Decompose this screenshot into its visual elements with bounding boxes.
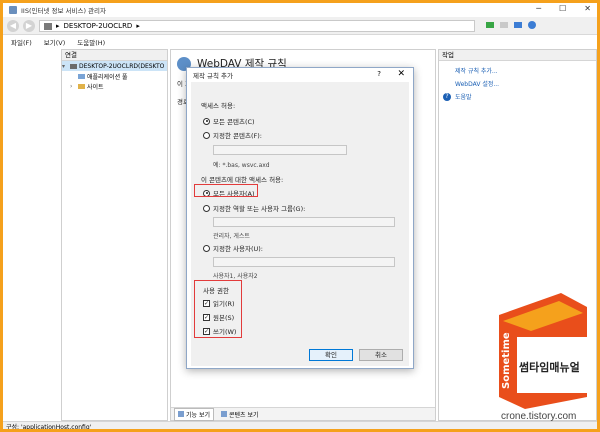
tree-item-app-pools[interactable]: 애플리케이션 풀 [62, 71, 167, 81]
access-label: 액세스 허용: [201, 102, 236, 110]
tab-feature-view[interactable]: 기능 보기 [174, 407, 214, 421]
sometime-manual-badge: Sometime 썸타임매뉴얼 [499, 293, 587, 409]
add-authoring-rule-dialog: 제작 규칙 추가 ? ✕ 액세스 허용: 모든 콘텐츠(C) 지정한 콘텐츠(F… [186, 67, 414, 369]
help-circle-icon: ? [443, 92, 451, 101]
title-bar: IIS(인터넷 정보 서비스) 관리자 ─ ☐ ✕ [3, 3, 597, 17]
cancel-button[interactable]: 취소 [359, 349, 403, 361]
radio-all-content[interactable]: 모든 콘텐츠(C) [203, 116, 255, 126]
collapse-icon[interactable]: ▾ [62, 63, 70, 70]
back-button[interactable]: ◀ [7, 19, 19, 32]
tree-item-sites[interactable]: › 사이트 [62, 81, 167, 91]
server-node-icon [70, 63, 77, 69]
highlight-all-users [194, 184, 258, 197]
dialog-help-button[interactable]: ? [377, 70, 381, 78]
tree-item-label: DESKTOP-2UOCLRD(DESKTO [79, 62, 165, 70]
add-authoring-rule-link[interactable]: 제작 규칙 추가... [439, 64, 596, 77]
specified-content-input[interactable] [213, 145, 347, 155]
menu-help[interactable]: 도움말(H) [77, 37, 105, 47]
iis-app-icon [9, 6, 17, 14]
badge-vertical-text: Sometime [501, 332, 512, 389]
actions-header: 작업 [439, 50, 596, 61]
content-example-hint: 예: *.bas, wsvc.axd [213, 162, 270, 169]
address-path: DESKTOP-2UOCLRD [63, 22, 133, 30]
radio-selected-icon [203, 117, 210, 125]
address-chevron-end: ▸ [136, 22, 140, 30]
tab-content-view[interactable]: 콘텐츠 보기 [218, 409, 262, 420]
webdav-settings-link[interactable]: WebDAV 설정... [439, 77, 596, 90]
content-view-icon [221, 411, 227, 417]
radio-unselected-icon [203, 131, 210, 139]
highlight-permissions [194, 280, 242, 338]
tree-item-label: 사이트 [87, 83, 104, 91]
screenshot-frame: IIS(인터넷 정보 서비스) 관리자 ─ ☐ ✕ ◀ ▶ ▸ DESKTOP-… [0, 0, 600, 432]
address-field[interactable]: ▸ DESKTOP-2UOCLRD ▸ [39, 20, 475, 32]
badge-title: 썸타임매뉴얼 [519, 360, 580, 374]
address-bar: ◀ ▶ ▸ DESKTOP-2UOCLRD ▸ [3, 17, 597, 35]
ok-button[interactable]: 확인 [309, 349, 353, 361]
stop-icon[interactable] [499, 20, 509, 30]
allow-access-label: 이 콘텐츠에 대한 액세스 허용: [201, 176, 284, 184]
radio-unselected-icon [203, 204, 210, 212]
minimize-button[interactable]: ─ [536, 4, 541, 13]
menu-view[interactable]: 보기(V) [44, 37, 65, 47]
help-icon[interactable] [527, 20, 537, 30]
connections-panel: 연결 ▾ DESKTOP-2UOCLRD(DESKTO 애플리케이션 풀 › 사… [61, 49, 168, 421]
radio-specified-users[interactable]: 지정한 사용자(U): [203, 243, 263, 253]
forward-button[interactable]: ▶ [23, 19, 35, 32]
view-tabs: 기능 보기 콘텐츠 보기 [171, 407, 435, 421]
maximize-button[interactable]: ☐ [559, 4, 566, 13]
dialog-close-button[interactable]: ✕ [397, 69, 405, 79]
close-button[interactable]: ✕ [584, 4, 591, 13]
feature-view-icon [178, 411, 184, 417]
server-icon [44, 22, 52, 30]
brand-site: crone.tistory.com [501, 411, 577, 422]
roles-example-hint: 관리자, 게스트 [213, 233, 250, 240]
specified-roles-input[interactable] [213, 217, 395, 227]
radio-specified-roles[interactable]: 지정한 역할 또는 사용자 그룹(G): [203, 203, 305, 213]
menu-bar: 파일(F) 보기(V) 도움말(H) [3, 35, 597, 49]
status-bar: 구성: 'applicationHost.config' [3, 421, 597, 429]
tree-item-label: 애플리케이션 풀 [87, 73, 128, 81]
users-example-hint: 사용자1, 사용자2 [213, 273, 258, 280]
radio-unselected-icon [203, 244, 210, 252]
radio-specified-content[interactable]: 지정한 콘텐츠(F): [203, 130, 262, 140]
refresh-icon[interactable] [485, 20, 495, 30]
sites-folder-icon [78, 83, 85, 89]
tree-item-server[interactable]: ▾ DESKTOP-2UOCLRD(DESKTO [62, 61, 167, 71]
help-link[interactable]: ? 도움말 [439, 90, 596, 103]
address-chevron: ▸ [56, 22, 60, 30]
specified-users-input[interactable] [213, 257, 395, 267]
menu-file[interactable]: 파일(F) [11, 37, 32, 47]
connections-header: 연결 [62, 50, 167, 61]
app-pool-icon [78, 73, 85, 79]
dialog-body: 액세스 허용: 모든 콘텐츠(C) 지정한 콘텐츠(F): 예: *.bas, … [191, 82, 409, 366]
window-title: IIS(인터넷 정보 서비스) 관리자 [21, 7, 107, 15]
expand-icon[interactable]: › [70, 83, 78, 90]
home-icon[interactable] [513, 20, 523, 30]
